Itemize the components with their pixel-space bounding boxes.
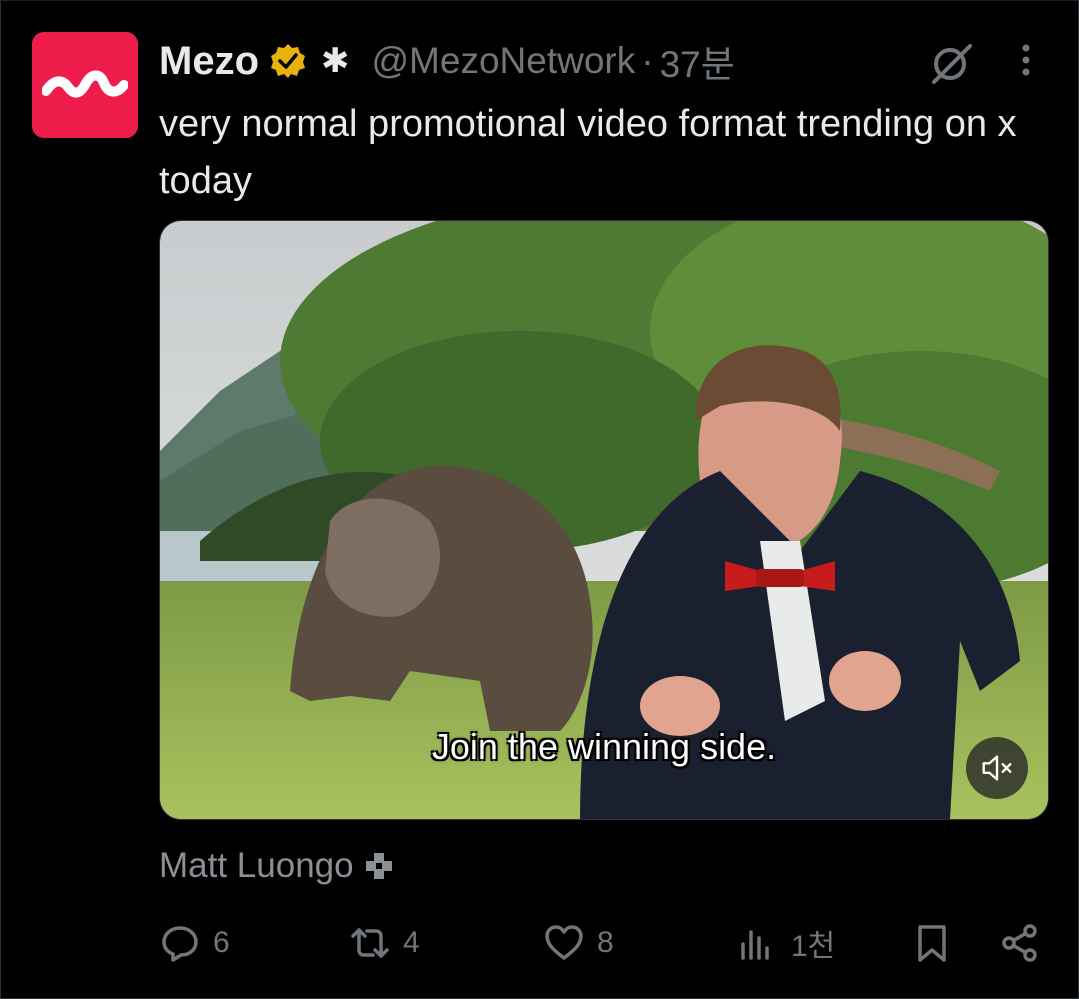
creator-badge-icon: [365, 853, 392, 879]
mute-button[interactable]: [966, 737, 1028, 799]
tweet-text: very normal promotional video format tre…: [159, 103, 1017, 202]
like-count: 8: [597, 926, 614, 959]
repost-icon: [351, 928, 389, 958]
video-attribution[interactable]: Matt Luongo: [159, 846, 394, 886]
reply-icon: [162, 926, 198, 962]
bookmark-button[interactable]: [911, 915, 965, 971]
grok-icon[interactable]: [928, 40, 974, 86]
reply-count: 6: [213, 926, 230, 959]
volume-mute-icon: [982, 755, 1012, 781]
more-icon[interactable]: [1008, 40, 1044, 80]
verified-badge-icon[interactable]: [269, 42, 307, 80]
tweet-actions: 6 4 8 1천: [159, 915, 1049, 971]
video-caption: Join the winning side.: [431, 726, 777, 767]
like-button[interactable]: 8: [543, 915, 614, 971]
views-button[interactable]: 1천: [737, 915, 835, 971]
header-separator: ·: [641, 40, 654, 81]
reply-button[interactable]: 6: [159, 915, 230, 971]
affiliate-badge-icon[interactable]: ✱: [321, 41, 350, 81]
tweet-header: Mezo ✱ @MezoNetwork · 37분: [159, 38, 735, 86]
views-icon: [741, 930, 769, 960]
attribution-name: Matt Luongo: [159, 846, 354, 885]
mezo-logo-icon: [42, 70, 128, 98]
repost-button[interactable]: 4: [349, 915, 420, 971]
repost-count: 4: [403, 926, 420, 959]
like-icon: [545, 925, 583, 960]
author-name[interactable]: Mezo: [159, 39, 259, 84]
author-handle[interactable]: @MezoNetwork: [372, 40, 636, 82]
avatar[interactable]: [32, 32, 138, 138]
share-button[interactable]: [999, 915, 1053, 971]
share-icon: [1002, 924, 1037, 962]
tweet-timestamp[interactable]: 37분: [660, 34, 735, 88]
video-player[interactable]: Join the winning side.: [159, 220, 1049, 820]
bookmark-icon: [918, 925, 946, 962]
view-count: 1천: [791, 930, 836, 963]
